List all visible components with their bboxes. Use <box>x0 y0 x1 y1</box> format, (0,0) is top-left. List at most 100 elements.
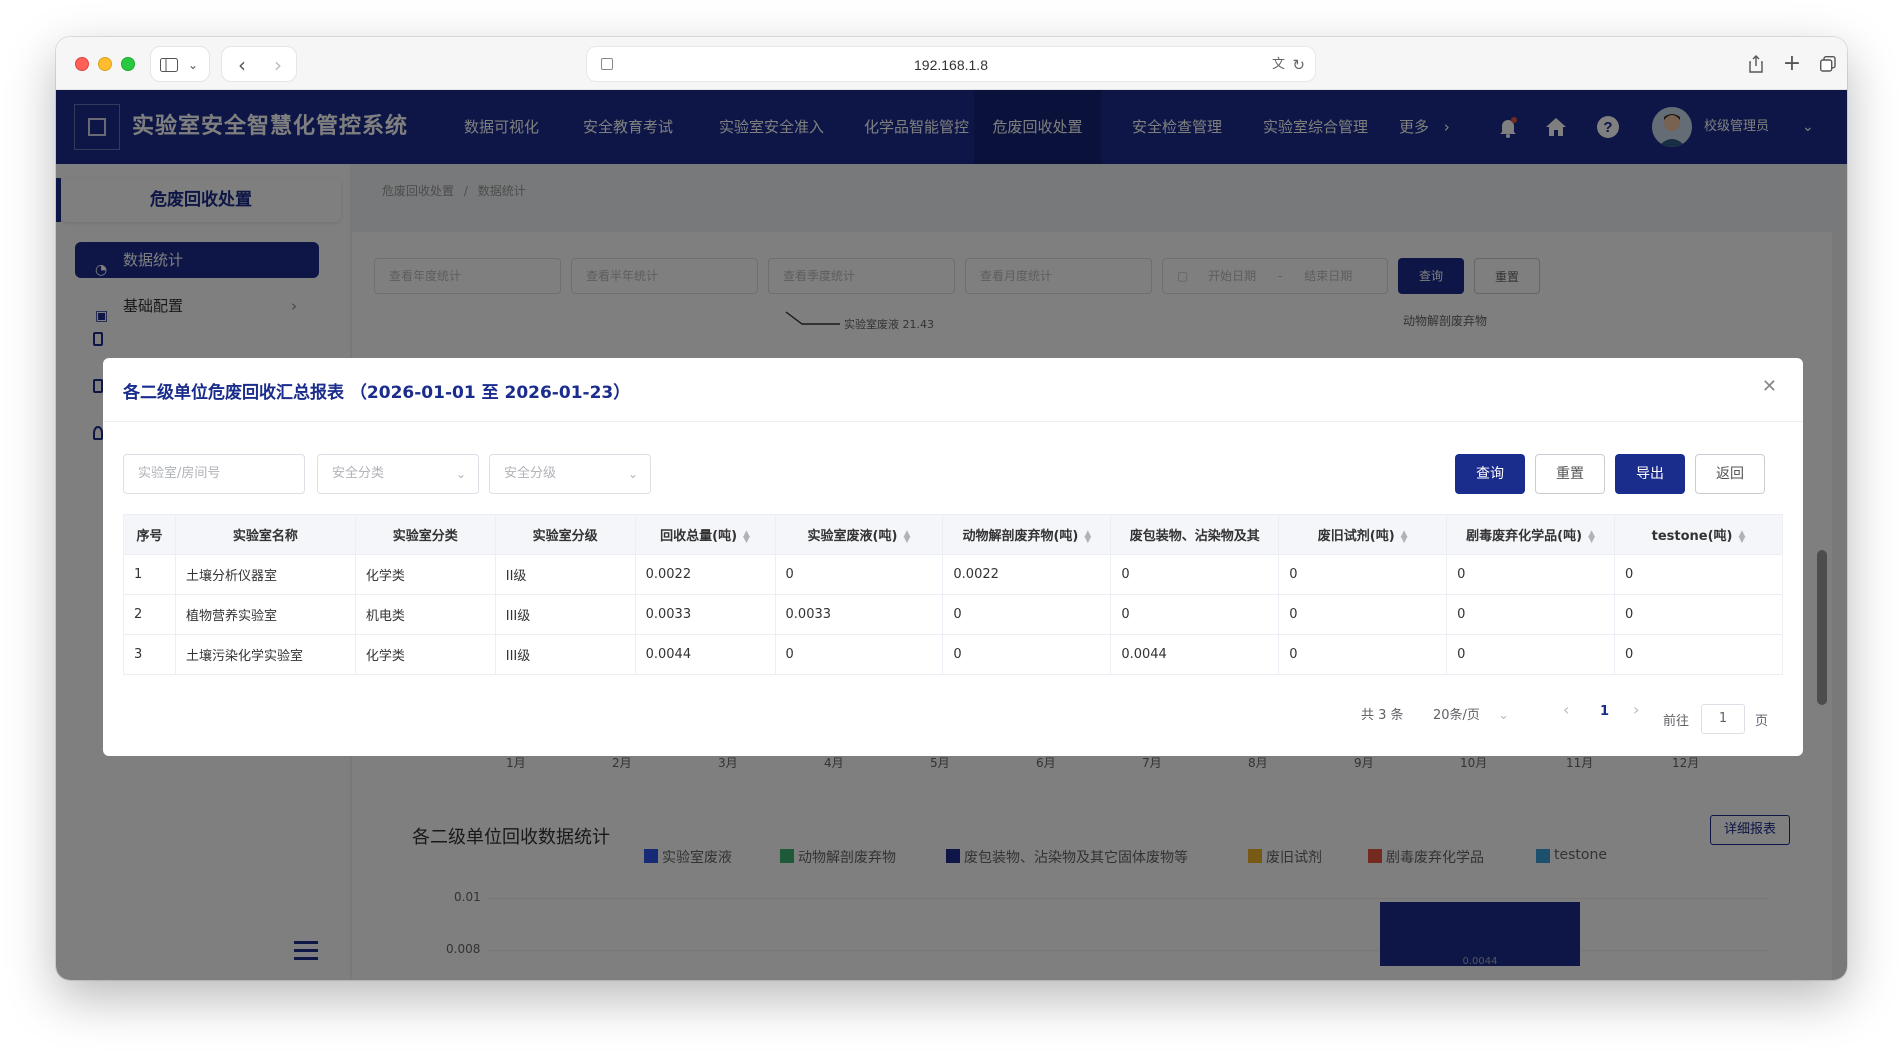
table-cell: 0 <box>1278 554 1448 595</box>
zoom-window-button[interactable] <box>121 57 135 71</box>
reset-button[interactable]: 重置 <box>1535 454 1605 494</box>
table-cell: 1 <box>123 554 176 595</box>
page-size-label: 20条/页 <box>1433 708 1480 723</box>
table-cell: 0.0033 <box>774 594 944 635</box>
table-cell: 0 <box>942 594 1112 635</box>
goto-page-input[interactable]: 1 <box>1701 704 1745 734</box>
new-tab-icon[interactable]: + <box>1780 46 1804 82</box>
summary-table: 序号 实验室名称 实验室分类 实验室分级 回收总量(吨) ▲ ▼ 实验室废液(吨) ▲ ▼ 动物解剖… <box>123 514 1783 675</box>
scrollbar-thumb[interactable] <box>1817 550 1827 705</box>
table-cell: 0 <box>1614 634 1783 675</box>
table-cell: 0.0044 <box>1110 634 1280 675</box>
sort-icon[interactable]: ▲ ▼ <box>1084 529 1091 544</box>
column-header-label: 实验室名称 <box>232 529 298 544</box>
table-header-row: 序号 实验室名称 实验室分类 实验室分级 回收总量(吨) ▲ ▼ 实验室废液(吨) ▲ ▼ 动物解剖… <box>123 514 1783 555</box>
table-cell: 0 <box>1446 634 1616 675</box>
chevron-down-icon: ⌄ <box>627 467 638 481</box>
sort-icon[interactable]: ▲ ▼ <box>903 529 910 544</box>
column-header-label: 回收总量(吨) <box>660 529 738 544</box>
column-header-label: 实验室分类 <box>392 529 458 544</box>
sort-icon[interactable]: ▲ ▼ <box>1401 529 1408 544</box>
table-cell: 2 <box>123 594 176 635</box>
current-page[interactable]: 1 <box>1600 704 1609 719</box>
table-cell: 3 <box>123 634 176 675</box>
column-header[interactable]: 废旧试剂(吨) ▲ ▼ <box>1278 514 1448 555</box>
tabs-overview-icon[interactable] <box>1816 46 1840 82</box>
table-cell: 0.0022 <box>942 554 1112 595</box>
summary-report-dialog: 各二级单位危废回收汇总报表 （2026-01-01 至 2026-01-23） … <box>103 358 1803 756</box>
back-button[interactable]: 返回 <box>1695 454 1765 494</box>
column-header-label: 废包装物、沾染物及其 <box>1129 529 1260 544</box>
table-cell: 0 <box>942 634 1112 675</box>
sort-icon[interactable]: ▲ ▼ <box>1588 529 1595 544</box>
table-cell: 0.0033 <box>634 594 776 635</box>
column-header-label: 剧毒废弃化学品(吨) <box>1466 529 1583 544</box>
table-row: 2 植物营养实验室 机电类 III级 0.0033 0.0033 0 0 0 0 0 <box>123 594 1783 635</box>
column-header[interactable]: testone(吨) ▲ ▼ <box>1614 514 1783 555</box>
reload-icon[interactable]: ↻ <box>1292 47 1305 83</box>
column-header[interactable]: 废包装物、沾染物及其 <box>1110 514 1280 555</box>
column-header-label: 实验室分级 <box>532 529 598 544</box>
safety-level-placeholder: 安全分级 <box>504 466 557 481</box>
sort-icon[interactable]: ▲ ▼ <box>1739 529 1746 544</box>
column-header: 实验室名称 <box>174 514 356 555</box>
table-body: 1 土壤分析仪器室 化学类 II级 0.0022 0 0.0022 0 0 0 0 2 植物营养实验室机… <box>123 554 1783 675</box>
column-header[interactable]: 动物解剖废弃物(吨) ▲ ▼ <box>942 514 1112 555</box>
sidebar-icon <box>157 47 181 83</box>
table-cell: 0 <box>1446 554 1616 595</box>
safety-category-placeholder: 安全分类 <box>332 466 385 481</box>
table-cell: III级 <box>494 594 636 635</box>
column-header: 实验室分类 <box>354 514 496 555</box>
export-button[interactable]: 导出 <box>1615 454 1685 494</box>
column-header[interactable]: 剧毒废弃化学品(吨) ▲ ▼ <box>1446 514 1616 555</box>
table-cell: 化学类 <box>354 554 496 595</box>
app-area: 实验室安全智慧化管控系统 数据可视化 安全教育考试 实验室安全准入 化学品智能管… <box>56 90 1847 980</box>
table-cell: 0 <box>1110 554 1280 595</box>
forward-arrow-icon[interactable]: › <box>266 47 290 83</box>
safety-level-select[interactable]: 安全分级 ⌄ <box>489 454 651 494</box>
table-cell: 0 <box>1614 594 1783 635</box>
goto-prefix: 前往 <box>1663 714 1690 729</box>
column-header-label: 废旧试剂(吨) <box>1317 529 1395 544</box>
chevron-down-icon: ⌄ <box>1498 708 1509 723</box>
sort-icon[interactable]: ▲ ▼ <box>743 529 750 544</box>
next-page-icon[interactable]: › <box>1633 700 1639 719</box>
history-nav-group: ‹ › <box>221 46 297 82</box>
address-bar[interactable]: 192.168.1.8 文 ↻ <box>586 46 1316 82</box>
table-cell: II级 <box>494 554 636 595</box>
table-row: 3 土壤污染化学实验室 化学类 III级 0.0044 0 0 0.0044 0 0 0 <box>123 634 1783 675</box>
table-cell: 植物营养实验室 <box>174 594 356 635</box>
back-arrow-icon[interactable]: ‹ <box>230 47 254 83</box>
column-header-label: 动物解剖废弃物(吨) <box>962 529 1079 544</box>
browser-titlebar: ⌄ ‹ › 192.168.1.8 文 ↻ + <box>56 37 1847 90</box>
column-header[interactable]: 回收总量(吨) ▲ ▼ <box>634 514 776 555</box>
table-cell: 土壤污染化学实验室 <box>174 634 356 675</box>
column-header: 序号 <box>123 514 176 555</box>
table-cell: 土壤分析仪器室 <box>174 554 356 595</box>
goto-suffix: 页 <box>1755 714 1769 729</box>
table-cell: 0 <box>774 554 944 595</box>
chevron-down-icon: ⌄ <box>187 58 199 72</box>
column-header-label: 实验室废液(吨) <box>807 529 898 544</box>
translate-icon[interactable]: 文 <box>1272 47 1285 83</box>
prev-page-icon[interactable]: ‹ <box>1563 700 1569 719</box>
table-cell: 0.0044 <box>634 634 776 675</box>
pagination-total: 共 3 条 <box>1361 708 1404 723</box>
table-cell: 化学类 <box>354 634 496 675</box>
sidebar-toggle-group[interactable]: ⌄ <box>150 46 210 82</box>
browser-window: ⌄ ‹ › 192.168.1.8 文 ↻ + 实验室安全智慧化管控系统 数据可… <box>56 37 1847 980</box>
chevron-down-icon: ⌄ <box>455 467 466 481</box>
minimize-window-button[interactable] <box>98 57 112 71</box>
share-icon[interactable] <box>1744 46 1768 82</box>
page-size-select[interactable]: 20条/页 ⌄ <box>1433 704 1509 723</box>
dialog-divider <box>103 421 1803 422</box>
close-icon[interactable]: ✕ <box>1762 376 1777 397</box>
room-search-input[interactable]: 实验室/房间号 <box>123 454 305 494</box>
close-window-button[interactable] <box>75 57 89 71</box>
column-header[interactable]: 实验室废液(吨) ▲ ▼ <box>774 514 944 555</box>
table-cell: 机电类 <box>354 594 496 635</box>
query-button[interactable]: 查询 <box>1455 454 1525 494</box>
column-header-label: 序号 <box>136 529 163 544</box>
safety-category-select[interactable]: 安全分类 ⌄ <box>317 454 479 494</box>
column-header: 实验室分级 <box>494 514 636 555</box>
